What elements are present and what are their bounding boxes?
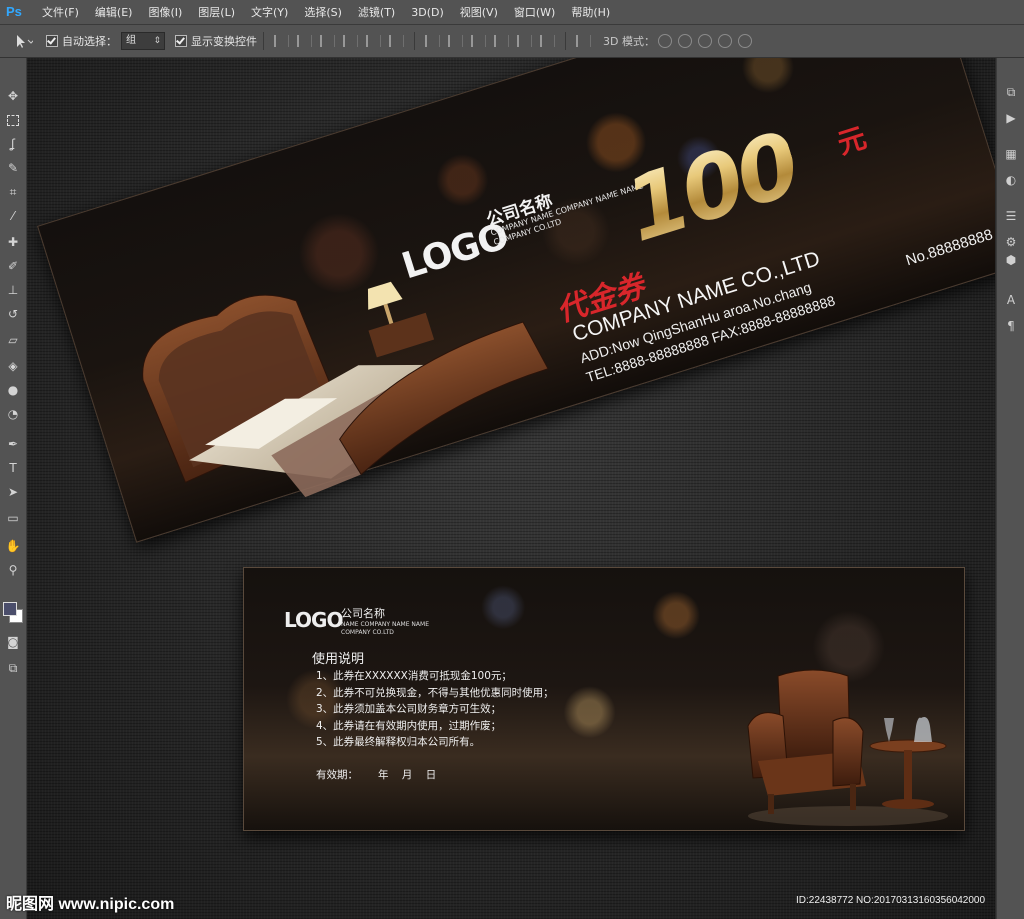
3d-mode-label: 3D 模式：	[603, 35, 655, 48]
3d-pan-icon[interactable]	[697, 34, 712, 48]
distribute-right-icon[interactable]	[540, 35, 555, 47]
watermark-id: ID:22438772 NO:20170313160356042000	[796, 895, 986, 906]
auto-align-icon[interactable]	[576, 35, 591, 47]
type-tool-icon[interactable]: T	[3, 458, 23, 478]
menu-layer[interactable]: 图层(L)	[190, 4, 243, 20]
align-bottom-icon[interactable]	[320, 35, 335, 47]
align-right-icon[interactable]	[389, 35, 404, 47]
voucher-amount: 100	[613, 112, 809, 262]
rule-item: 2、此券不可兑换现金，不得与其他优惠同时使用；	[316, 686, 554, 699]
back-logo: LOGO	[284, 608, 343, 632]
move-tool-icon	[17, 35, 33, 48]
menu-window[interactable]: 窗口(W)	[506, 4, 563, 20]
eraser-icon[interactable]: ▱	[3, 330, 23, 350]
rule-item: 5、此券最终解释权归本公司所有。	[316, 736, 481, 748]
quick-select-icon[interactable]: ✎	[3, 158, 23, 178]
align-left-icon[interactable]	[343, 35, 358, 47]
layers-icon[interactable]: ☰	[1003, 208, 1019, 224]
distribute-left-icon[interactable]	[494, 35, 509, 47]
channels-icon[interactable]: ⚙	[1003, 234, 1019, 250]
shape-tool-icon[interactable]: ▭	[3, 508, 23, 528]
menu-bar: Ps 文件(F) 编辑(E) 图像(I) 图层(L) 文字(Y) 选择(S) 滤…	[0, 0, 1024, 25]
dodge-tool-icon[interactable]: ◔	[3, 404, 23, 424]
rule-item: 1、此券在XXXXXX消费可抵现金100元；	[316, 670, 512, 682]
foreground-color-swatch[interactable]	[3, 602, 17, 616]
menu-file[interactable]: 文件(F)	[34, 4, 87, 20]
lasso-tool-icon[interactable]: ʆ	[3, 134, 23, 154]
menu-select[interactable]: 选择(S)	[296, 4, 350, 20]
auto-select-dropdown[interactable]: 组	[121, 32, 165, 50]
auto-select-checkbox[interactable]	[46, 35, 58, 47]
auto-select-label: 自动选择：	[62, 35, 117, 48]
back-company-sub: NAME COMPANY NAME NAME COMPANY CO.LTD	[341, 621, 429, 636]
path-select-icon[interactable]: ➤	[3, 482, 23, 502]
3d-slide-icon[interactable]	[717, 34, 732, 48]
distribute-hcenter-icon[interactable]	[517, 35, 532, 47]
align-vcenter-icon[interactable]	[297, 35, 312, 47]
separator	[414, 32, 415, 50]
document-canvas[interactable]: LOGO 公司名称 COMPANY NAME COMPANY NAME NAME…	[27, 58, 995, 919]
3d-roll-icon[interactable]	[677, 34, 692, 48]
adjustments-icon[interactable]: ◐	[1003, 172, 1019, 188]
show-transform-label: 显示变换控件	[191, 35, 257, 48]
eyedropper-icon[interactable]: ⁄	[3, 206, 23, 226]
distribute-bottom-icon[interactable]	[471, 35, 486, 47]
instructions-list: 1、此券在XXXXXX消费可抵现金100元； 2、此券不可兑换现金，不得与其他优…	[316, 668, 554, 751]
panel-dock: ⧉ ▶ ▦ ◐ ☰ ⚙ ⬢ A ¶	[996, 58, 1024, 919]
character-icon[interactable]: A	[1003, 292, 1019, 308]
menu-help[interactable]: 帮助(H)	[563, 4, 618, 20]
menu-view[interactable]: 视图(V)	[452, 4, 506, 20]
paint-bucket-icon[interactable]: ◈	[3, 356, 23, 376]
voucher-unit: 元	[833, 120, 871, 161]
photoshop-logo: Ps	[6, 4, 22, 19]
show-transform-checkbox[interactable]	[175, 35, 187, 47]
zoom-tool-icon[interactable]: ⚲	[3, 560, 23, 580]
instructions-title: 使用说明	[312, 652, 365, 667]
color-swatches[interactable]	[3, 602, 23, 624]
voucher-back: LOGO 公司名称 NAME COMPANY NAME NAME COMPANY…	[243, 567, 965, 831]
blur-tool-icon[interactable]: ●	[3, 380, 23, 400]
paragraph-icon[interactable]: ¶	[1003, 318, 1019, 334]
history-brush-icon[interactable]: ↺	[3, 304, 23, 324]
menu-3d[interactable]: 3D(D)	[403, 6, 452, 19]
clone-stamp-icon[interactable]: ⊥	[3, 280, 23, 300]
separator	[263, 32, 264, 50]
3d-rotate-icon[interactable]	[657, 34, 672, 48]
3d-icon[interactable]: ⬢	[1003, 252, 1019, 268]
menu-type[interactable]: 文字(Y)	[243, 4, 296, 20]
hand-tool-icon[interactable]: ✋	[3, 536, 23, 556]
distribute-top-icon[interactable]	[425, 35, 440, 47]
marquee-tool-icon[interactable]	[3, 110, 23, 130]
crop-tool-icon[interactable]: ⌗	[3, 182, 23, 202]
voucher-serial: No.88888888	[903, 226, 995, 270]
rule-item: 4、此券请在有效期内使用，过期作废；	[316, 719, 502, 732]
watermark-site: 昵图网 www.nipic.com	[6, 896, 175, 913]
rule-item: 3、此券须加盖本公司财务章方可生效；	[316, 703, 502, 715]
move-tool-icon[interactable]: ✥	[3, 86, 23, 106]
history-icon[interactable]: ⧉	[1003, 84, 1019, 100]
quick-mask-icon[interactable]: ◙	[3, 632, 23, 652]
menu-edit[interactable]: 编辑(E)	[87, 4, 141, 20]
menu-image[interactable]: 图像(I)	[140, 4, 190, 20]
validity-line: 有效期： 年 月 日	[316, 769, 437, 781]
menu-filter[interactable]: 滤镜(T)	[350, 4, 403, 20]
armchair-image	[747, 669, 948, 826]
tool-preset-picker[interactable]	[8, 31, 36, 51]
healing-brush-icon[interactable]: ✚	[3, 232, 23, 252]
separator	[565, 32, 566, 50]
play-actions-icon[interactable]: ▶	[1003, 110, 1019, 126]
align-top-icon[interactable]	[274, 35, 289, 47]
align-hcenter-icon[interactable]	[366, 35, 381, 47]
swatches-icon[interactable]: ▦	[1003, 146, 1019, 162]
brush-tool-icon[interactable]: ✐	[3, 256, 23, 276]
options-bar: 自动选择： 组 显示变换控件 3D 模式：	[0, 25, 1024, 58]
tools-panel: ✥ ʆ ✎ ⌗ ⁄ ✚ ✐ ⊥ ↺ ▱ ◈ ● ◔ ✒ T ➤ ▭ ✋ ⚲ ◙ …	[0, 58, 27, 919]
pen-tool-icon[interactable]: ✒	[3, 434, 23, 454]
back-company-cn: 公司名称	[341, 607, 385, 620]
3d-scale-icon[interactable]	[737, 34, 752, 48]
voucher-front: LOGO 公司名称 COMPANY NAME COMPANY NAME NAME…	[37, 58, 995, 543]
screen-mode-icon[interactable]: ⧉	[3, 658, 23, 678]
distribute-vcenter-icon[interactable]	[448, 35, 463, 47]
